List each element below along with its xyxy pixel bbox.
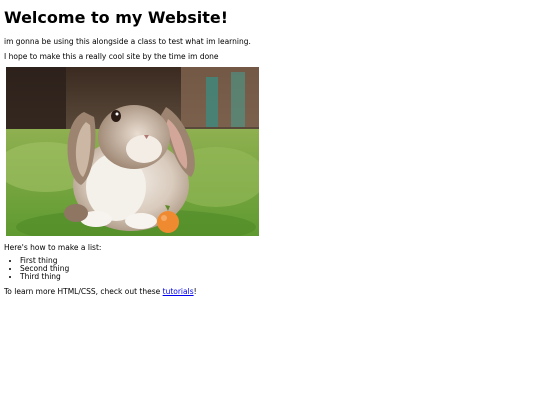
outro-text: To learn more HTML/CSS, check out these …	[4, 287, 536, 297]
list-intro-text: Here's how to make a list:	[4, 243, 102, 252]
list-item: Second thing	[20, 265, 536, 273]
intro-text-2: I hope to make this a really cool site b…	[4, 52, 219, 61]
things-list: First thing Second thing Third thing	[4, 257, 536, 281]
tutorials-link[interactable]: tutorials	[163, 287, 194, 296]
page-content: Welcome to my Website! im gonna be using…	[0, 9, 540, 297]
intro-text-1: im gonna be using this alongside a class…	[4, 37, 251, 46]
outro-suffix: !	[193, 287, 197, 296]
list-item: Third thing	[20, 273, 536, 281]
outro-prefix: To learn more HTML/CSS, check out these	[4, 287, 163, 296]
rabbit-image	[6, 67, 259, 236]
list-item: First thing	[20, 257, 536, 265]
page-title: Welcome to my Website!	[4, 8, 229, 27]
